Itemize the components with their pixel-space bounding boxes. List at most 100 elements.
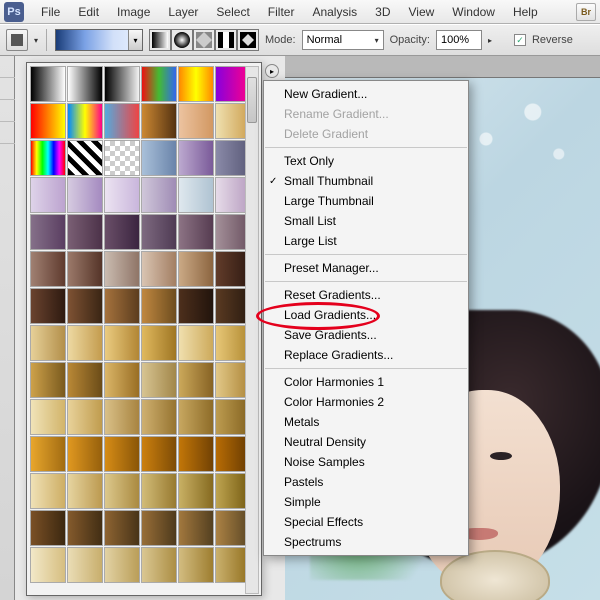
- gradient-swatch[interactable]: [141, 140, 177, 176]
- gradient-swatch[interactable]: [104, 140, 140, 176]
- gradient-diamond-icon[interactable]: [237, 29, 259, 51]
- gradient-swatch[interactable]: [141, 399, 177, 435]
- menu-filter[interactable]: Filter: [259, 2, 304, 22]
- menu-large-thumbnail[interactable]: Large Thumbnail: [264, 191, 468, 211]
- gradient-swatch[interactable]: [178, 214, 214, 250]
- menu-pastels[interactable]: Pastels: [264, 472, 468, 492]
- opacity-flyout-icon[interactable]: ▸: [488, 36, 492, 45]
- gradient-swatch[interactable]: [104, 399, 140, 435]
- gradient-swatch[interactable]: [178, 288, 214, 324]
- gradient-swatch[interactable]: [30, 288, 66, 324]
- gradient-swatch[interactable]: [67, 140, 103, 176]
- menu-window[interactable]: Window: [443, 2, 504, 22]
- gradient-swatch[interactable]: [104, 362, 140, 398]
- menu-view[interactable]: View: [399, 2, 443, 22]
- menu-simple[interactable]: Simple: [264, 492, 468, 512]
- gradient-swatch[interactable]: [30, 103, 66, 139]
- gradient-swatch[interactable]: [67, 325, 103, 361]
- gradient-swatch[interactable]: [104, 103, 140, 139]
- menu-layer[interactable]: Layer: [159, 2, 207, 22]
- gradient-swatch[interactable]: [30, 177, 66, 213]
- bridge-icon[interactable]: Br: [576, 3, 596, 21]
- gradient-swatch[interactable]: [178, 473, 214, 509]
- gradient-swatch[interactable]: [30, 547, 66, 583]
- gradient-swatch[interactable]: [178, 510, 214, 546]
- gradient-swatch[interactable]: [141, 473, 177, 509]
- menu-color-harmonies-1[interactable]: Color Harmonies 1: [264, 372, 468, 392]
- gradient-swatch[interactable]: [67, 251, 103, 287]
- gradient-swatch[interactable]: [30, 66, 66, 102]
- gradient-swatch[interactable]: [141, 177, 177, 213]
- menu-3d[interactable]: 3D: [366, 2, 399, 22]
- gradient-swatch[interactable]: [30, 399, 66, 435]
- gradient-swatch[interactable]: [178, 140, 214, 176]
- gradient-swatch[interactable]: [178, 399, 214, 435]
- menu-neutral-density[interactable]: Neutral Density: [264, 432, 468, 452]
- gradient-swatch[interactable]: [141, 510, 177, 546]
- menu-text-only[interactable]: Text Only: [264, 151, 468, 171]
- gradient-swatch[interactable]: [178, 177, 214, 213]
- gradient-swatch[interactable]: [141, 436, 177, 472]
- tool-button[interactable]: [0, 100, 15, 122]
- gradient-swatch[interactable]: [30, 510, 66, 546]
- gradient-swatch[interactable]: [67, 547, 103, 583]
- scrollbar-thumb[interactable]: [247, 77, 257, 123]
- tool-dropdown-icon[interactable]: ▾: [34, 36, 38, 45]
- menu-load-gradients[interactable]: Load Gradients...: [264, 305, 468, 325]
- menu-help[interactable]: Help: [504, 2, 547, 22]
- menu-small-thumbnail[interactable]: Small Thumbnail: [264, 171, 468, 191]
- gradient-swatch[interactable]: [141, 251, 177, 287]
- gradient-swatch[interactable]: [67, 399, 103, 435]
- menu-large-list[interactable]: Large List: [264, 231, 468, 251]
- gradient-swatch[interactable]: [141, 214, 177, 250]
- gradient-swatch[interactable]: [141, 362, 177, 398]
- gradient-swatch[interactable]: [67, 177, 103, 213]
- menu-select[interactable]: Select: [207, 2, 258, 22]
- menu-reset-gradients[interactable]: Reset Gradients...: [264, 285, 468, 305]
- menu-color-harmonies-2[interactable]: Color Harmonies 2: [264, 392, 468, 412]
- tool-button[interactable]: [0, 56, 15, 78]
- gradient-preview[interactable]: ▾: [55, 29, 143, 51]
- gradient-picker-dropdown-icon[interactable]: ▾: [128, 30, 142, 50]
- gradient-swatch[interactable]: [104, 66, 140, 102]
- gradient-swatch[interactable]: [67, 362, 103, 398]
- menu-noise-samples[interactable]: Noise Samples: [264, 452, 468, 472]
- gradient-linear-icon[interactable]: [149, 29, 171, 51]
- gradient-swatch[interactable]: [104, 547, 140, 583]
- reverse-checkbox[interactable]: ✓: [514, 34, 526, 46]
- gradient-swatch[interactable]: [67, 103, 103, 139]
- menu-metals[interactable]: Metals: [264, 412, 468, 432]
- menu-file[interactable]: File: [32, 2, 69, 22]
- blend-mode-select[interactable]: Normal ▾: [302, 30, 384, 50]
- gradient-swatch[interactable]: [104, 251, 140, 287]
- gradient-swatch[interactable]: [104, 214, 140, 250]
- gradient-swatch[interactable]: [30, 325, 66, 361]
- gradient-swatch[interactable]: [30, 436, 66, 472]
- gradient-swatch[interactable]: [67, 436, 103, 472]
- gradient-swatch[interactable]: [67, 288, 103, 324]
- gradient-swatch[interactable]: [141, 103, 177, 139]
- gradient-swatch[interactable]: [141, 547, 177, 583]
- gradient-swatch[interactable]: [104, 436, 140, 472]
- gradient-radial-icon[interactable]: [171, 29, 193, 51]
- menu-new-gradient[interactable]: New Gradient...: [264, 84, 468, 104]
- tool-button[interactable]: [0, 78, 15, 100]
- menu-analysis[interactable]: Analysis: [303, 2, 366, 22]
- menu-save-gradients[interactable]: Save Gradients...: [264, 325, 468, 345]
- menu-preset-manager[interactable]: Preset Manager...: [264, 258, 468, 278]
- opacity-input[interactable]: 100%: [436, 30, 482, 50]
- active-tool-indicator[interactable]: [6, 29, 28, 51]
- menu-replace-gradients[interactable]: Replace Gradients...: [264, 345, 468, 365]
- gradient-swatch[interactable]: [30, 251, 66, 287]
- gradient-swatch[interactable]: [104, 325, 140, 361]
- panel-flyout-icon[interactable]: ▸: [265, 64, 279, 78]
- gradient-swatch[interactable]: [178, 251, 214, 287]
- gradient-swatch[interactable]: [67, 66, 103, 102]
- gradient-swatch[interactable]: [104, 473, 140, 509]
- gradient-swatch[interactable]: [178, 103, 214, 139]
- gradient-swatch[interactable]: [141, 288, 177, 324]
- gradient-swatch[interactable]: [141, 325, 177, 361]
- gradient-swatch[interactable]: [67, 473, 103, 509]
- menu-small-list[interactable]: Small List: [264, 211, 468, 231]
- gradient-swatch[interactable]: [178, 325, 214, 361]
